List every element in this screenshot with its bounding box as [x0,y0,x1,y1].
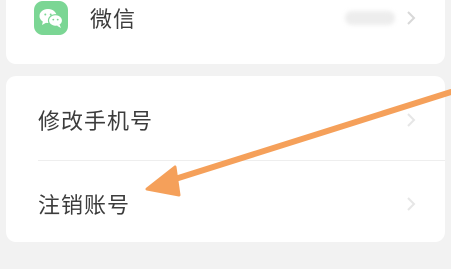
wechat-account-value-redacted [345,11,395,25]
chevron-right-icon [407,113,416,127]
wechat-icon [34,1,68,35]
change-phone-row[interactable]: 修改手机号 [6,94,445,146]
wechat-binding-row[interactable]: 微信 [6,0,445,36]
change-phone-label: 修改手机号 [38,110,154,135]
account-binding-card: 微信 [6,0,445,64]
wechat-label: 微信 [90,8,137,33]
account-security-card: 修改手机号 注销账号 [6,76,445,242]
chevron-right-icon [407,11,416,25]
delete-account-row[interactable]: 注销账号 [6,178,445,230]
delete-account-label: 注销账号 [38,194,131,219]
chevron-right-icon [407,197,416,211]
row-divider [38,160,445,161]
